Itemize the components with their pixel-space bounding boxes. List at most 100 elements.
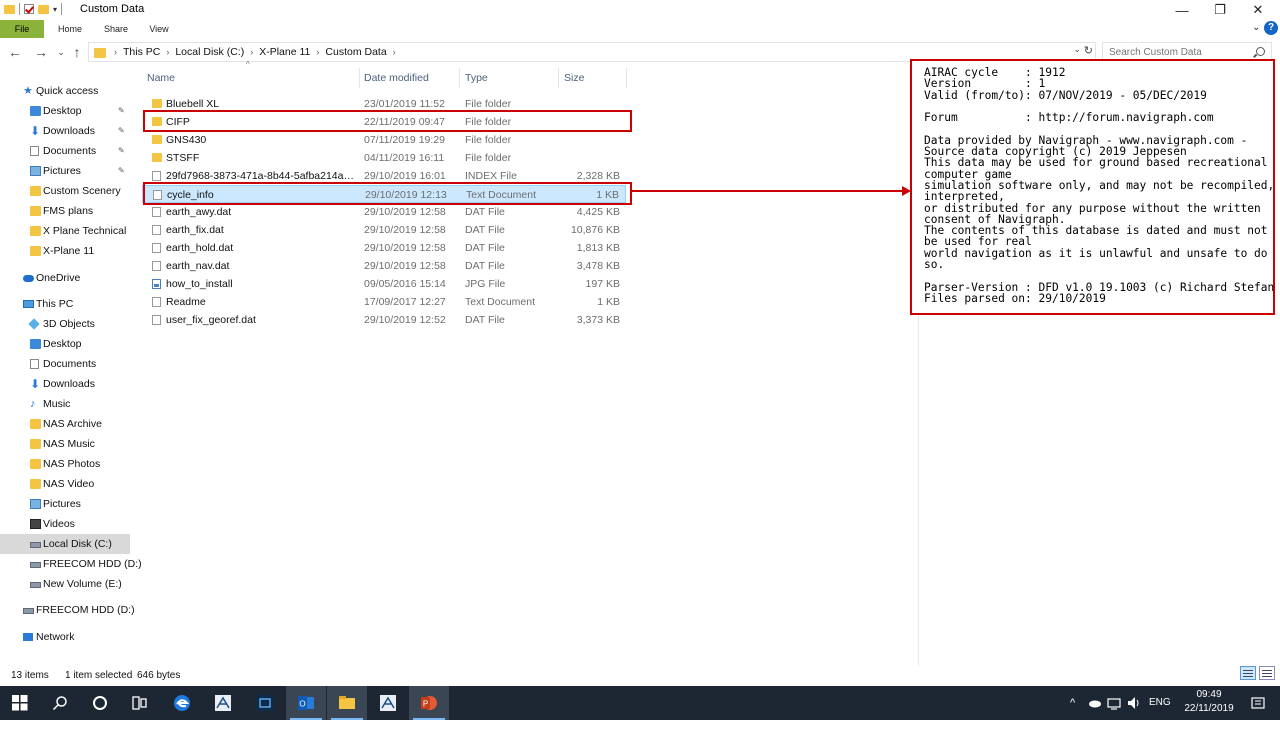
column-divider[interactable]	[359, 68, 360, 88]
file-explorer-window: ▾ Custom Data — ❐ ✕ File Home Share View…	[0, 0, 1280, 686]
chevron-right-icon[interactable]: ›	[111, 43, 120, 61]
sidebar-item[interactable]: NAS Video	[0, 474, 130, 494]
help-icon[interactable]: ?	[1264, 21, 1278, 35]
large-icons-view-button[interactable]	[1259, 666, 1275, 680]
start-icon[interactable]	[0, 686, 40, 720]
xplane-icon[interactable]	[203, 686, 243, 720]
tab-file[interactable]: File	[0, 20, 44, 38]
folder-icon	[30, 206, 41, 216]
sidebar-item[interactable]: FREECOM HDD (D:)	[0, 600, 135, 620]
chevron-right-icon[interactable]: ›	[313, 43, 322, 61]
folder-icon	[30, 246, 41, 256]
tab-share[interactable]: Share	[98, 20, 134, 38]
table-row[interactable]: earth_awy.dat 29/10/2019 12:58 DAT File 4,4…	[142, 203, 626, 221]
table-row[interactable]: GNS430 07/11/2019 19:29 File folder	[142, 131, 626, 149]
table-row[interactable]: earth_hold.dat 29/10/2019 12:58 DAT File 1,…	[142, 239, 626, 257]
outlook-icon[interactable]: O	[286, 686, 326, 720]
file-size: 1,813 KB	[576, 242, 620, 254]
sidebar-item[interactable]: OneDrive	[0, 268, 130, 288]
search-input[interactable]	[1109, 45, 1249, 59]
forward-button[interactable]: →	[32, 43, 50, 61]
notifications-icon[interactable]	[1251, 686, 1265, 720]
sidebar-item[interactable]: ★ Quick access	[0, 81, 130, 101]
expand-ribbon-icon[interactable]: ⌄	[1252, 22, 1260, 33]
chevron-right-icon[interactable]: ›	[163, 43, 172, 61]
onedrive-tray-icon[interactable]	[1088, 686, 1102, 720]
sidebar-item[interactable]: Desktop	[0, 334, 130, 354]
sidebar-item[interactable]: ♪ Music	[0, 394, 130, 414]
sidebar-item[interactable]: Documents	[0, 354, 130, 374]
file-date-modified: 04/11/2019 16:11	[364, 152, 445, 164]
customize-toolbar-icon[interactable]: ▾	[53, 5, 57, 14]
sidebar-item[interactable]: Videos	[0, 514, 130, 534]
table-row[interactable]: Readme 17/09/2017 12:27 Text Document 1 KB	[142, 293, 626, 311]
highlight-box-cifp	[143, 110, 632, 132]
sidebar-item[interactable]: New Volume (E:)	[0, 574, 130, 594]
sidebar-item[interactable]: X Plane Technical	[0, 221, 130, 241]
powerpoint-icon[interactable]: P	[409, 686, 449, 720]
sidebar-item[interactable]: Local Disk (C:)	[0, 534, 130, 554]
details-view-button[interactable]	[1240, 666, 1256, 680]
network-tray-icon[interactable]	[1107, 686, 1121, 720]
close-button[interactable]: ✕	[1238, 0, 1278, 20]
sidebar-item[interactable]: FREECOM HDD (D:)	[0, 554, 142, 574]
column-divider[interactable]	[558, 68, 559, 88]
sidebar-item-label: Custom Scenery	[43, 185, 121, 197]
tab-home[interactable]: Home	[52, 20, 88, 38]
properties-icon[interactable]	[24, 4, 34, 14]
breadcrumb-local-disk[interactable]: Local Disk (C:)	[172, 43, 247, 61]
sidebar-item[interactable]: NAS Music	[0, 434, 130, 454]
sidebar-item[interactable]: 3D Objects	[0, 314, 130, 334]
column-header-name[interactable]: Name	[147, 66, 175, 90]
xplane-icon[interactable]	[368, 686, 408, 720]
column-header-size[interactable]: Size	[564, 66, 584, 90]
column-divider[interactable]	[626, 68, 627, 88]
edge-icon[interactable]	[162, 686, 202, 720]
minimize-button[interactable]: —	[1162, 0, 1202, 20]
column-header-date-modified[interactable]: Date modified	[364, 66, 429, 90]
cortana-icon[interactable]	[80, 686, 120, 720]
table-row[interactable]: user_fix_georef.dat 29/10/2019 12:52 DAT F…	[142, 311, 626, 329]
sidebar-item[interactable]: FMS plans	[0, 201, 130, 221]
sidebar-item[interactable]: NAS Photos	[0, 454, 130, 474]
refresh-icon[interactable]: ↻	[1084, 44, 1093, 57]
file-explorer-icon[interactable]	[327, 686, 367, 720]
sidebar-item[interactable]: Documents ✎	[0, 141, 130, 161]
sidebar-item[interactable]: Desktop ✎	[0, 101, 130, 121]
column-header-type[interactable]: Type	[465, 66, 488, 90]
sidebar-item[interactable]: Pictures ✎	[0, 161, 130, 181]
table-row[interactable]: STSFF 04/11/2019 16:11 File folder	[142, 149, 626, 167]
maximize-button[interactable]: ❐	[1200, 0, 1240, 20]
search-icon[interactable]	[1256, 47, 1265, 56]
column-divider[interactable]	[459, 68, 460, 88]
sidebar-item[interactable]: Pictures	[0, 494, 130, 514]
clock[interactable]: 09:49 22/11/2019	[1174, 688, 1244, 716]
table-row[interactable]: how_to_install 09/05/2016 15:14 JPG File 19…	[142, 275, 626, 293]
sidebar-item[interactable]: Network	[0, 627, 130, 647]
language-indicator[interactable]: ENG	[1149, 686, 1171, 720]
table-row[interactable]: earth_nav.dat 29/10/2019 12:58 DAT File 3,4…	[142, 257, 626, 275]
tray-chevron-icon[interactable]: ^	[1070, 686, 1075, 720]
sidebar-item[interactable]: Custom Scenery	[0, 181, 130, 201]
back-button[interactable]: ←	[6, 43, 24, 61]
sidebar-item[interactable]: ⬇ Downloads ✎	[0, 121, 130, 141]
chevron-right-icon[interactable]: ›	[247, 43, 256, 61]
sidebar-item[interactable]: ⬇ Downloads	[0, 374, 130, 394]
sidebar-item[interactable]: X-Plane 11	[0, 241, 130, 261]
breadcrumb-custom-data[interactable]: Custom Data	[322, 43, 389, 61]
chevron-right-icon[interactable]: ›	[390, 43, 399, 61]
app-icon[interactable]	[245, 686, 285, 720]
address-dropdown-icon[interactable]: ⌄	[1073, 44, 1081, 55]
breadcrumb-this-pc[interactable]: This PC	[120, 43, 163, 61]
sidebar-item[interactable]: This PC	[0, 294, 130, 314]
search-icon[interactable]	[40, 686, 80, 720]
new-folder-icon[interactable]	[38, 4, 49, 14]
breadcrumb-x-plane-11[interactable]: X-Plane 11	[256, 43, 313, 61]
table-row[interactable]: earth_fix.dat 29/10/2019 12:58 DAT File 10,…	[142, 221, 626, 239]
sidebar-item[interactable]: NAS Archive	[0, 414, 130, 434]
volume-tray-icon[interactable]	[1126, 686, 1140, 720]
task-view-icon[interactable]	[120, 686, 160, 720]
up-button[interactable]: ↑	[68, 43, 86, 61]
pin-icon: ✎	[118, 146, 125, 155]
tab-view[interactable]: View	[142, 20, 176, 38]
